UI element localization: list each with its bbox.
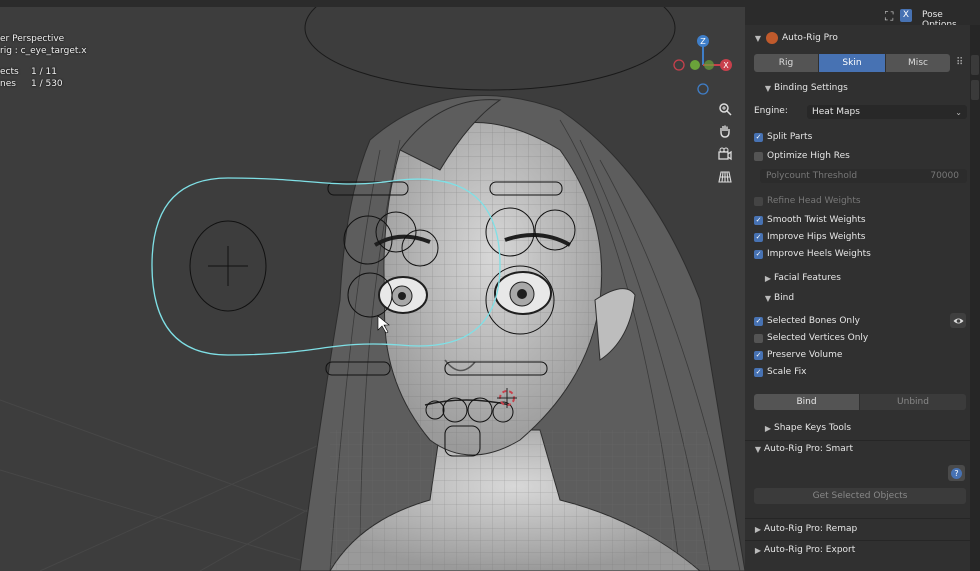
help-icon: ? — [951, 467, 962, 479]
engine-label: Engine: — [754, 106, 788, 116]
top-header-bar — [0, 0, 980, 7]
smart-panel-header[interactable]: ▼ Auto-Rig Pro: Smart — [752, 444, 968, 454]
drag-handle-icon[interactable]: ⠿ — [956, 57, 963, 68]
chevron-right-icon: ▶ — [764, 273, 772, 283]
facial-features-label: Facial Features — [774, 273, 841, 283]
polycount-value: 70000 — [930, 171, 959, 181]
preserve-volume-label: Preserve Volume — [767, 350, 843, 360]
head-halo-bone — [304, 0, 676, 91]
selected-vertices-only-checkbox[interactable]: Selected Vertices Only — [754, 333, 970, 343]
chevron-down-icon: ▼ — [764, 83, 772, 93]
scale-fix-label: Scale Fix — [767, 367, 807, 377]
polycount-threshold-field: Polycount Threshold 70000 — [760, 169, 967, 183]
zoom-icon[interactable] — [715, 99, 735, 119]
grid-icon[interactable] — [715, 167, 735, 187]
improve-hips-label: Improve Hips Weights — [767, 232, 866, 242]
panel-divider — [745, 540, 970, 541]
improve-hips-weights-checkbox[interactable]: ✓ Improve Hips Weights — [754, 232, 970, 242]
optimize-high-res-label: Optimize High Res — [767, 151, 850, 161]
transform-gizmo-icon[interactable]: ⛶ — [885, 9, 893, 24]
panel-divider — [745, 518, 970, 519]
camera-icon[interactable] — [715, 144, 735, 164]
axis-z-label: Z — [700, 37, 706, 46]
unbind-button[interactable]: Unbind — [860, 394, 966, 410]
checkbox-checked-icon: ✓ — [754, 350, 763, 360]
split-parts-label: Split Parts — [767, 132, 813, 142]
panel-title: Auto-Rig Pro — [782, 33, 838, 43]
sidebar-tab[interactable] — [971, 55, 979, 75]
checkbox-checked-icon: ✓ — [754, 215, 763, 225]
chevron-right-icon: ▶ — [754, 545, 762, 555]
binding-settings-label: Binding Settings — [774, 83, 848, 93]
refine-head-weights-checkbox: Refine Head Weights — [754, 196, 970, 206]
checkbox-checked-icon: ✓ — [754, 232, 763, 242]
selected-bones-only-checkbox[interactable]: ✓ Selected Bones Only — [754, 316, 970, 326]
chevron-right-icon: ▶ — [754, 524, 762, 534]
engine-dropdown[interactable]: Heat Maps ⌄ — [807, 105, 967, 119]
export-panel-title: Auto-Rig Pro: Export — [764, 545, 856, 555]
x-mirror-toggle[interactable]: X — [900, 9, 912, 22]
sidebar-header: ⛶ X Pose Options — [745, 7, 980, 30]
tab-skin[interactable]: Skin — [819, 54, 885, 72]
improve-heels-label: Improve Heels Weights — [767, 249, 871, 259]
optimize-high-res-checkbox[interactable]: Optimize High Res — [754, 151, 970, 161]
checkbox-checked-icon: ✓ — [754, 316, 763, 326]
export-panel-header[interactable]: ▶ Auto-Rig Pro: Export — [752, 545, 968, 555]
navigation-gizmo[interactable]: Z X — [668, 30, 738, 100]
shape-keys-tools-header[interactable]: ▶ Shape Keys Tools — [762, 423, 978, 433]
bind-header-label: Bind — [774, 293, 795, 303]
bones-label: nes — [0, 79, 16, 89]
chevron-right-icon: ▶ — [764, 423, 772, 433]
checkbox-unchecked-icon — [754, 333, 763, 343]
chevron-down-icon: ▼ — [754, 33, 762, 43]
preserve-volume-checkbox[interactable]: ✓ Preserve Volume — [754, 350, 970, 360]
refine-head-label: Refine Head Weights — [767, 196, 861, 206]
objects-count: 1 / 11 — [31, 67, 57, 77]
engine-value: Heat Maps — [812, 107, 860, 117]
remap-panel-header[interactable]: ▶ Auto-Rig Pro: Remap — [752, 524, 968, 534]
checkbox-unchecked-icon — [754, 151, 763, 161]
selected-bones-only-label: Selected Bones Only — [767, 316, 860, 326]
bones-count: 1 / 530 — [31, 79, 63, 89]
polycount-label: Polycount Threshold — [766, 171, 858, 181]
selected-vertices-only-label: Selected Vertices Only — [767, 333, 869, 343]
smooth-twist-weights-checkbox[interactable]: ✓ Smooth Twist Weights — [754, 215, 970, 225]
checkbox-unchecked-icon — [754, 196, 763, 206]
checkbox-checked-icon: ✓ — [754, 132, 763, 142]
chevron-down-icon: ▼ — [764, 293, 772, 303]
split-parts-checkbox[interactable]: ✓ Split Parts — [754, 132, 970, 142]
checkbox-checked-icon: ✓ — [754, 249, 763, 259]
objects-label: ects — [0, 67, 19, 77]
scale-fix-checkbox[interactable]: ✓ Scale Fix — [754, 367, 970, 377]
checkbox-checked-icon: ✓ — [754, 367, 763, 377]
get-selected-objects-button[interactable]: Get Selected Objects — [754, 488, 966, 504]
help-button[interactable]: ? — [948, 465, 965, 481]
eye-icon[interactable] — [950, 313, 966, 328]
viewport-info-overlay: er Perspective rig : c_eye_target.x ects… — [0, 33, 87, 90]
hand-icon[interactable] — [715, 121, 735, 141]
improve-heels-weights-checkbox[interactable]: ✓ Improve Heels Weights — [754, 249, 970, 259]
shape-keys-tools-label: Shape Keys Tools — [774, 423, 852, 433]
panel-header-auto-rig-pro[interactable]: ▼ Auto-Rig Pro — [752, 32, 968, 44]
chevron-down-icon: ⌄ — [955, 107, 962, 117]
axis-x-label: X — [723, 61, 729, 70]
smooth-twist-label: Smooth Twist Weights — [767, 215, 866, 225]
chevron-down-icon: ▼ — [754, 444, 762, 454]
binding-settings-header[interactable]: ▼ Binding Settings — [762, 83, 978, 93]
remap-panel-title: Auto-Rig Pro: Remap — [764, 524, 858, 534]
bind-header[interactable]: ▼ Bind — [762, 293, 978, 303]
viewport-scene — [0, 0, 745, 571]
panel-divider — [745, 440, 970, 441]
smart-panel-title: Auto-Rig Pro: Smart — [764, 444, 854, 454]
facial-features-header[interactable]: ▶ Facial Features — [762, 273, 978, 283]
3d-viewport[interactable]: er Perspective rig : c_eye_target.x ects… — [0, 0, 745, 571]
active-object-text: rig : c_eye_target.x — [0, 46, 87, 56]
bind-button[interactable]: Bind — [754, 394, 859, 410]
view-mode-text: er Perspective — [0, 34, 65, 44]
tab-misc[interactable]: Misc — [886, 54, 950, 72]
tab-rig[interactable]: Rig — [754, 54, 818, 72]
auto-rig-pro-logo-icon — [766, 32, 778, 44]
